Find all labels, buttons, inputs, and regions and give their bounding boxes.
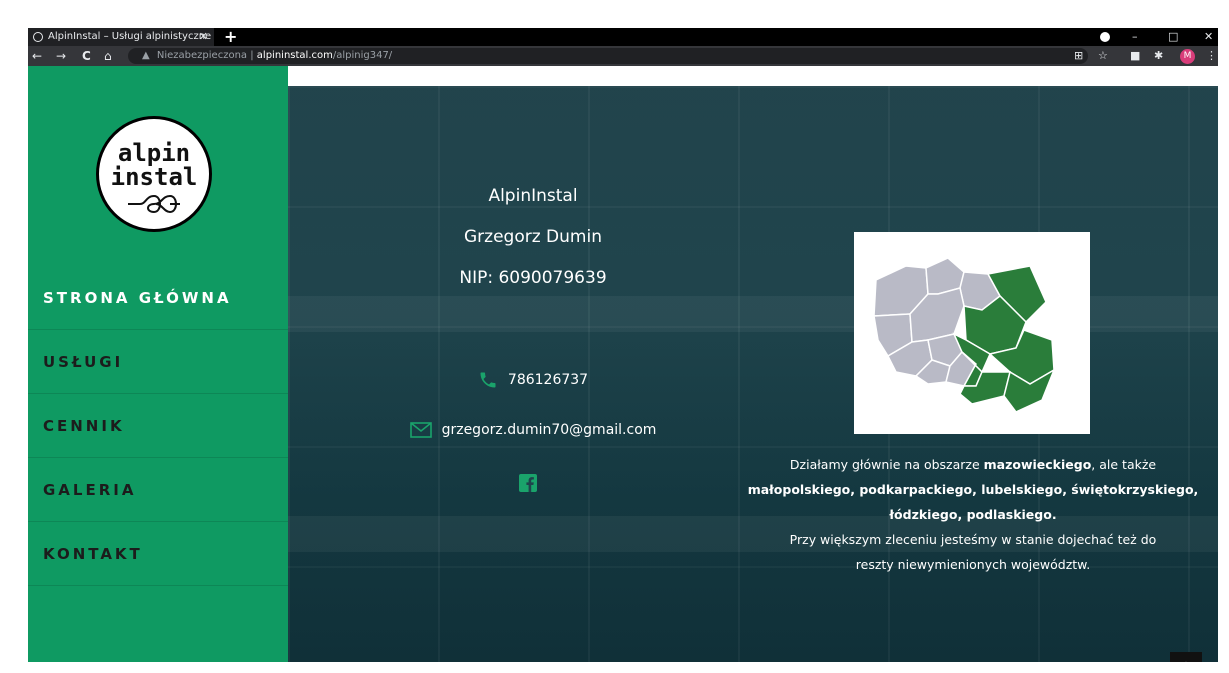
url-path: /alpinig347/ — [332, 50, 393, 61]
company-owner: Grzegorz Dumin — [464, 227, 602, 247]
poland-regions-map — [873, 257, 1056, 413]
window-minimize-button[interactable]: – — [1132, 28, 1138, 46]
logo-line2: instal — [110, 163, 198, 191]
company-info: AlpinInstal Grzegorz Dumin NIP: 60900796… — [408, 176, 658, 299]
info-line-1-bold: mazowieckiego — [983, 457, 1092, 472]
browser-address-bar: ← → C ⌂ ▲ Niezabezpieczona | alpininstal… — [28, 46, 1218, 66]
reload-button[interactable]: C — [82, 48, 91, 64]
info-line-5: reszty niewymienionych województw. — [855, 557, 1091, 572]
nav-item-gallery[interactable]: GALERIA — [28, 458, 288, 522]
profile-indicator-icon[interactable] — [1100, 32, 1110, 42]
screenshot-frame: AlpinInstal – Usługi alpinistyczne ✕ + –… — [28, 28, 1218, 662]
menu-dots-icon[interactable]: ⋮ — [1206, 49, 1217, 63]
facebook-icon[interactable] — [519, 474, 537, 492]
browser-tab[interactable]: AlpinInstal – Usługi alpinistyczne ✕ — [28, 28, 214, 46]
sidebar: alpin instal STRONA GŁÓWNA USŁUGI CENNIK… — [28, 66, 288, 662]
email-address: grzegorz.dumin70@gmail.com — [441, 422, 657, 438]
info-line-3: łódzkiego, podlaskiego. — [743, 502, 1203, 527]
new-tab-button[interactable]: + — [224, 28, 237, 46]
window-maximize-button[interactable]: □ — [1168, 28, 1178, 46]
info-line-1: Działamy głównie na obszarze mazowieckie… — [743, 452, 1203, 477]
globe-icon — [33, 32, 43, 42]
company-name: AlpinInstal — [488, 186, 578, 206]
warning-icon: ▲ — [142, 50, 150, 61]
info-line-3-bold: łódzkiego, podlaskiego. — [889, 507, 1057, 522]
phone-row[interactable]: 786126737 — [408, 370, 658, 390]
main-nav: STRONA GŁÓWNA USŁUGI CENNIK GALERIA KONT… — [28, 266, 288, 586]
profile-avatar[interactable]: M — [1180, 49, 1195, 64]
nav-item-contact[interactable]: KONTAKT — [28, 522, 288, 586]
translate-icon[interactable]: ⊞ — [1074, 49, 1083, 63]
url-input[interactable]: ▲ Niezabezpieczona | alpininstal.com/alp… — [128, 48, 1088, 64]
nav-item-services[interactable]: USŁUGI — [28, 330, 288, 394]
rope-knot-icon — [128, 194, 180, 214]
envelope-icon — [409, 422, 432, 438]
hero-background: AlpinInstal Grzegorz Dumin NIP: 60900796… — [288, 86, 1218, 662]
tab-close-icon[interactable]: ✕ — [199, 28, 208, 46]
bookmark-star-icon[interactable]: ☆ — [1098, 49, 1108, 63]
url-domain: alpininstal.com — [256, 50, 333, 61]
window-close-button[interactable]: ✕ — [1204, 28, 1213, 46]
poland-map — [854, 232, 1090, 434]
service-area-text: Działamy głównie na obszarze mazowieckie… — [743, 452, 1203, 577]
home-button[interactable]: ⌂ — [104, 48, 112, 64]
browser-tabbar: AlpinInstal – Usługi alpinistyczne ✕ + –… — [28, 28, 1218, 46]
nav-item-pricing[interactable]: CENNIK — [28, 394, 288, 458]
forward-button[interactable]: → — [56, 48, 66, 64]
logo-line1: alpin — [117, 139, 191, 167]
back-button[interactable]: ← — [32, 48, 42, 64]
email-row[interactable]: grzegorz.dumin70@gmail.com — [408, 422, 658, 438]
tab-title: AlpinInstal – Usługi alpinistyczne — [48, 31, 212, 42]
info-line-1-pre: Działamy głównie na obszarze — [789, 457, 984, 472]
scroll-to-top-button[interactable]: ⌃ — [1170, 652, 1202, 662]
phone-number: 786126737 — [507, 372, 589, 388]
site-logo[interactable]: alpin instal — [96, 116, 212, 232]
nav-item-home[interactable]: STRONA GŁÓWNA — [28, 266, 288, 330]
info-line-4: Przy większym zleceniu jesteśmy w stanie… — [789, 532, 1157, 547]
main-content: AlpinInstal Grzegorz Dumin NIP: 60900796… — [288, 66, 1218, 662]
logo-text: alpin instal — [99, 141, 209, 189]
security-label: Niezabezpieczona — [156, 50, 248, 61]
info-line-2: małopolskiego, podkarpackiego, lubelskie… — [743, 477, 1203, 502]
info-line-1-post: , ale także — [1091, 457, 1157, 472]
facebook-row[interactable] — [408, 474, 658, 492]
phone-icon — [480, 372, 496, 388]
extension-icon[interactable]: ■ — [1130, 49, 1140, 63]
puzzle-icon[interactable]: ✱ — [1154, 49, 1163, 63]
info-line-2-bold: małopolskiego, podkarpackiego, lubelskie… — [747, 482, 1199, 497]
company-nip: NIP: 6090079639 — [459, 268, 607, 288]
